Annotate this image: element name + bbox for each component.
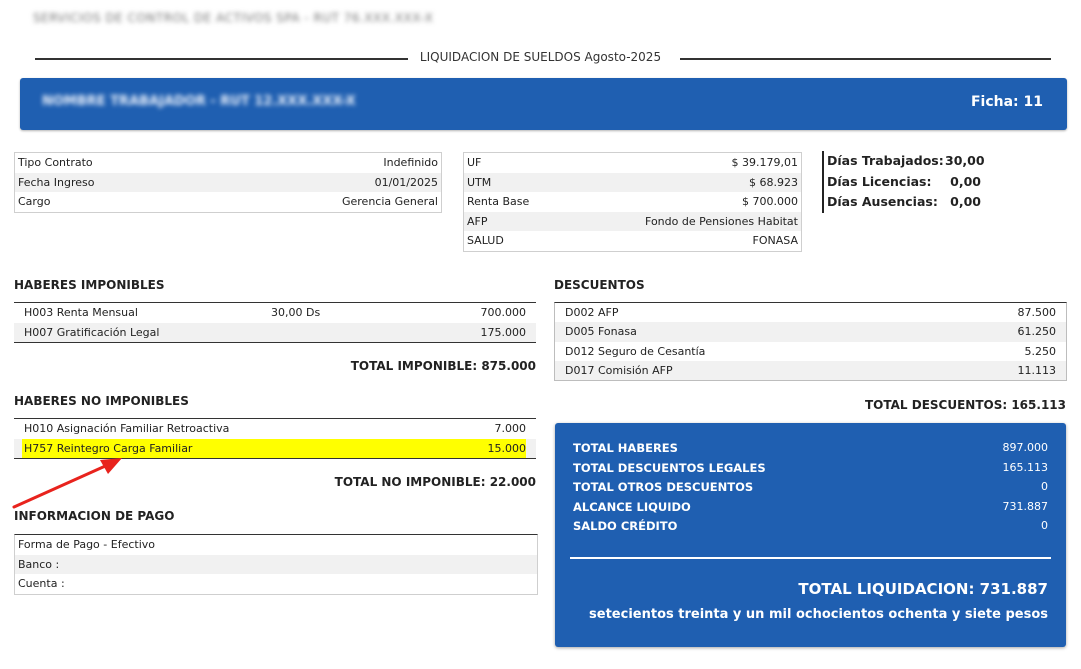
haberes-imponibles-table: H003 Renta Mensual 30,00 Ds 700.000 H007… bbox=[14, 302, 536, 343]
days-row: Días Licencias: 0,00 bbox=[827, 173, 981, 189]
table-row: H003 Renta Mensual 30,00 Ds 700.000 bbox=[24, 306, 526, 319]
ficha-number: Ficha: 11 bbox=[970, 94, 1043, 110]
indicators-box: UF $ 39.179,01 UTM $ 68.923 Renta Base $ 70… bbox=[463, 152, 802, 252]
contract-row: Tipo Contrato Indefinido bbox=[18, 156, 438, 169]
table-row: H007 Gratificación Legal 175.000 bbox=[14, 322, 536, 342]
summary-box: TOTAL HABERES 897.000 TOTAL DESCUENTOS LE… bbox=[555, 423, 1066, 647]
haberes-imponibles-title: HABERES IMPONIBLES bbox=[14, 278, 165, 292]
total-descuentos: TOTAL DESCUENTOS: 165.113 bbox=[864, 398, 1066, 412]
employee-banner: NOMBRE TRABAJADOR - RUT 12.XXX.XXX-X Fic… bbox=[20, 78, 1067, 130]
descuentos-title: DESCUENTOS bbox=[554, 278, 645, 292]
table-row: D017 Comisión AFP 11.113 bbox=[555, 360, 1066, 381]
indicator-row: Renta Base $ 700.000 bbox=[467, 195, 798, 208]
days-row: Días Ausencias: 0,00 bbox=[827, 194, 981, 209]
table-row: D012 Seguro de Cesantía 5.250 bbox=[565, 344, 1056, 358]
indicator-row: UTM $ 68.923 bbox=[464, 172, 801, 192]
haberes-no-imponibles-table: H010 Asignación Familiar Retroactiva 7.0… bbox=[14, 418, 536, 459]
pago-row: Banco : bbox=[15, 554, 537, 574]
summary-row: TOTAL OTROS DESCUENTOS 0 bbox=[573, 480, 1048, 494]
summary-row: TOTAL HABERES 897.000 bbox=[573, 441, 1048, 455]
pago-box: Forma de Pago - Efectivo Banco : Cuenta … bbox=[14, 534, 538, 595]
contract-info-box: Tipo Contrato Indefinido Fecha Ingreso 01/… bbox=[14, 152, 442, 213]
summary-row: ALCANCE LIQUIDO 731.887 bbox=[573, 500, 1048, 514]
pago-row: Forma de Pago - Efectivo bbox=[18, 538, 155, 551]
total-liquidacion: TOTAL LIQUIDACION: 731.887 bbox=[798, 580, 1048, 598]
company-line: SERVICIOS DE CONTROL DE ACTIVOS SPA - RU… bbox=[33, 11, 434, 25]
contract-row: Fecha Ingreso 01/01/2025 bbox=[15, 172, 441, 192]
total-imponible: TOTAL IMPONIBLE: 875.000 bbox=[350, 359, 536, 373]
indicator-row: AFP Fondo de Pensiones Habitat bbox=[464, 211, 801, 231]
indicator-row: SALUD FONASA bbox=[467, 234, 798, 247]
days-row: Días Trabajados: 30,00 bbox=[827, 153, 985, 168]
pago-title: INFORMACION DE PAGO bbox=[14, 509, 175, 523]
contract-row: Cargo Gerencia General bbox=[18, 195, 438, 208]
document-title: LIQUIDACION DE SUELDOS Agosto-2025 bbox=[0, 50, 1081, 64]
haberes-no-imponibles-title: HABERES NO IMPONIBLES bbox=[14, 394, 189, 408]
annotation-arrow-icon bbox=[12, 458, 122, 509]
indicator-row: UF $ 39.179,01 bbox=[467, 156, 798, 169]
descuentos-table: D002 AFP 87.500 D005 Fonasa 61.250 D012 Se… bbox=[554, 302, 1067, 382]
table-row: D005 Fonasa 61.250 bbox=[555, 322, 1066, 342]
table-row: H010 Asignación Familiar Retroactiva 7.0… bbox=[14, 419, 536, 439]
summary-row: TOTAL DESCUENTOS LEGALES 165.113 bbox=[573, 461, 1048, 475]
summary-divider bbox=[570, 557, 1051, 559]
table-row: D002 AFP 87.500 bbox=[565, 306, 1056, 319]
summary-row: SALDO CRÉDITO 0 bbox=[573, 519, 1048, 533]
pago-row: Cuenta : bbox=[18, 577, 65, 590]
days-summary: Días Trabajados: 30,00 Días Licencias: 0,0… bbox=[822, 151, 985, 213]
employee-name: NOMBRE TRABAJADOR - RUT 12.XXX.XXX-X bbox=[42, 94, 356, 109]
amount-in-words: setecientos treinta y un mil ochocientos… bbox=[589, 607, 1048, 622]
